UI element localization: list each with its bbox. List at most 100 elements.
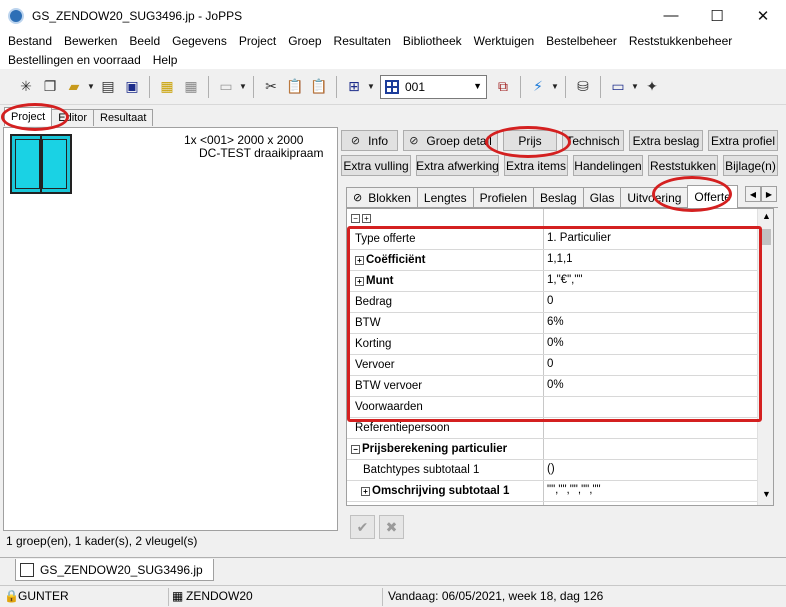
menu-gegevens[interactable]: Gegevens — [166, 34, 233, 48]
cancel-button[interactable]: ✖ — [379, 515, 404, 539]
prijs-button[interactable]: Prijs — [503, 130, 557, 151]
menu-bestellingen-en-voorraad[interactable]: Bestellingen en voorraad — [2, 53, 147, 67]
scroll-thumb[interactable] — [761, 229, 771, 245]
row-value[interactable]: 6% — [547, 316, 564, 328]
expand-icon[interactable]: + — [361, 487, 370, 496]
new-icon[interactable]: ✳ — [14, 75, 38, 99]
window-thumbnail[interactable] — [10, 134, 72, 194]
row-value[interactable]: 1,1,1 — [547, 253, 573, 265]
database-help-icon[interactable]: ⛁ — [571, 75, 595, 99]
cut-icon[interactable]: ✂ — [259, 75, 283, 99]
expand-icon[interactable]: + — [355, 256, 364, 265]
select-dropdown-arrow[interactable]: ▼ — [366, 75, 376, 99]
scroll-up-icon[interactable]: ▲ — [758, 211, 773, 227]
menu-bewerken[interactable]: Bewerken — [58, 34, 123, 48]
print-preview-icon[interactable]: ▦ — [155, 75, 179, 99]
grid-row-bedrag[interactable]: Bedrag 0 — [347, 292, 758, 313]
chevron-down-icon[interactable]: ▼ — [473, 81, 482, 91]
magic-wand-icon[interactable]: ✦ — [640, 75, 664, 99]
collapse-all-icon[interactable]: − — [351, 214, 360, 223]
lightning-dropdown-arrow[interactable]: ▼ — [550, 75, 560, 99]
paste-special-icon[interactable]: 📋 — [307, 75, 331, 99]
lightning-icon[interactable]: ⚡ — [526, 75, 550, 99]
grid-row-prijsberekening-particulier[interactable]: − Prijsberekening particulier — [347, 439, 758, 460]
tab-profielen[interactable]: Profielen — [472, 187, 534, 207]
extra-profiel-button[interactable]: Extra profiel — [708, 130, 778, 151]
grid-row-vervoer[interactable]: Vervoer 0 — [347, 355, 758, 376]
menu-werktuigen[interactable]: Werktuigen — [468, 34, 540, 48]
grid-row-referentiepersoon[interactable]: Referentiepersoon — [347, 418, 758, 439]
extra-afwerking-button[interactable]: Extra afwerking — [416, 155, 499, 176]
row-value[interactable]: () — [547, 463, 555, 475]
window-icon[interactable]: ▭ — [606, 75, 630, 99]
open-folder-icon[interactable]: ▰ — [62, 75, 86, 99]
confirm-button[interactable]: ✔ — [350, 515, 375, 539]
tab-uitvoering[interactable]: Uitvoering — [620, 187, 689, 207]
open-dropdown-arrow[interactable]: ▼ — [86, 75, 96, 99]
menu-resultaten[interactable]: Resultaten — [328, 34, 397, 48]
row-value[interactable]: "","","","","" — [547, 484, 601, 496]
menu-bestelbeheer[interactable]: Bestelbeheer — [540, 34, 623, 48]
row-value[interactable]: 1. Particulier — [547, 232, 611, 244]
tab-project[interactable]: Project — [4, 107, 53, 126]
extra-beslag-button[interactable]: Extra beslag — [629, 130, 703, 151]
collapse-icon[interactable]: − — [351, 445, 360, 454]
select-element-icon[interactable]: ⊞ — [342, 75, 366, 99]
tab-resultaat[interactable]: Resultaat — [93, 109, 154, 126]
tab-glas[interactable]: Glas — [582, 187, 622, 207]
extra-vulling-button[interactable]: Extra vulling — [341, 155, 411, 176]
grid-row-munt[interactable]: + Munt 1,"€","" — [347, 271, 758, 292]
grid-row-korting[interactable]: Korting 0% — [347, 334, 758, 355]
row-value[interactable]: 0% — [547, 379, 564, 391]
tab-beslag[interactable]: Beslag — [533, 187, 584, 207]
grid-row-type-offerte[interactable]: Type offerte 1. Particulier — [347, 229, 758, 250]
groep-detail-button[interactable]: ⊘ Groep detail — [403, 130, 498, 151]
menu-beeld[interactable]: Beeld — [123, 34, 166, 48]
maximize-button[interactable]: ☐ — [694, 0, 740, 31]
bijlagen-button[interactable]: Bijlage(n) — [723, 155, 778, 176]
row-value[interactable]: 0 — [547, 358, 553, 370]
technisch-button[interactable]: Technisch — [562, 130, 624, 151]
row-value[interactable]: 0% — [547, 337, 564, 349]
copy-doc-icon[interactable]: ❐ — [38, 75, 62, 99]
menu-help[interactable]: Help — [147, 53, 184, 67]
grid-row-voorwaarden[interactable]: Voorwaarden — [347, 397, 758, 418]
grid-row-omschrijving-subtotaal[interactable]: + Omschrijving subtotaal 1 "","","","","" — [347, 481, 758, 502]
save-icon[interactable]: ▣ — [120, 75, 144, 99]
document-tab[interactable]: GS_ZENDOW20_SUG3496.jp — [15, 559, 214, 581]
menu-project[interactable]: Project — [233, 34, 282, 48]
menu-bibliotheek[interactable]: Bibliotheek — [397, 34, 468, 48]
expand-icon[interactable]: + — [355, 277, 364, 286]
close-button[interactable]: ✕ — [740, 0, 786, 31]
menu-reststukkenbeheer[interactable]: Reststukkenbeheer — [623, 34, 738, 48]
multi-frame-icon[interactable]: ⧉ — [491, 75, 515, 99]
window-dropdown-arrow[interactable]: ▼ — [630, 75, 640, 99]
grid-scrollbar[interactable]: ▲ ▼ — [757, 209, 773, 505]
position-combo[interactable]: 001 ▼ — [380, 74, 487, 99]
tab-blokken[interactable]: ⊘ Blokken — [346, 187, 418, 207]
grid-row-batchtypes-subtotaal[interactable]: Batchtypes subtotaal 1 () — [347, 460, 758, 481]
chevron-right-icon[interactable]: ▶ — [761, 186, 777, 202]
handelingen-button[interactable]: Handelingen — [573, 155, 643, 176]
tab-editor[interactable]: Editor — [51, 109, 94, 126]
chevron-left-icon[interactable]: ◀ — [745, 186, 761, 202]
expand-all-icon[interactable]: + — [362, 214, 371, 223]
scroll-down-icon[interactable]: ▼ — [758, 489, 773, 505]
tab-offerte[interactable]: Offerte — [687, 185, 738, 208]
tab-lengtes[interactable]: Lengtes — [416, 187, 474, 207]
row-value[interactable]: 1,"€","" — [547, 274, 583, 286]
paste-icon[interactable]: 📋 — [283, 75, 307, 99]
grid-row-btw-vervoer[interactable]: BTW vervoer 0% — [347, 376, 758, 397]
table-icon[interactable]: ▦ — [179, 75, 203, 99]
grid-row-btw[interactable]: BTW 6% — [347, 313, 758, 334]
row-value[interactable]: 0 — [547, 295, 553, 307]
menu-bestand[interactable]: Bestand — [2, 34, 58, 48]
print-dropdown-arrow[interactable]: ▼ — [238, 75, 248, 99]
reststukken-button[interactable]: Reststukken — [648, 155, 718, 176]
extra-items-button[interactable]: Extra items — [504, 155, 568, 176]
minimize-button[interactable]: — — [648, 0, 694, 31]
grid-row-coefficient[interactable]: + Coëfficiënt 1,1,1 — [347, 250, 758, 271]
menu-groep[interactable]: Groep — [282, 34, 327, 48]
open-remote-icon[interactable]: ▤ — [96, 75, 120, 99]
print-icon[interactable]: ▭ — [214, 75, 238, 99]
